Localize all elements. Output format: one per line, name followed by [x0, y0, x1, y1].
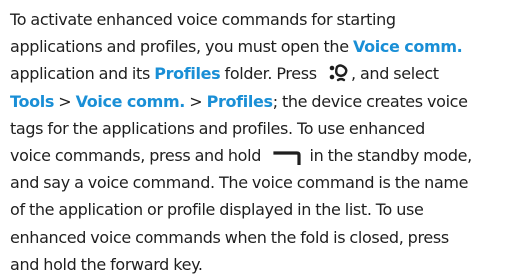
- voice-comm-keyword: Voice comm.: [75, 91, 186, 111]
- send-key-icon: [273, 146, 301, 166]
- text-line-2: applications and profiles, you must open…: [10, 37, 463, 57]
- instruction-paragraph: To activate enhanced voice commands for …: [10, 6, 518, 278]
- text-line-8: of the application or profile displayed …: [10, 200, 424, 220]
- text-line-1: To activate enhanced voice commands for …: [10, 10, 396, 29]
- menu-key-icon: [327, 63, 349, 83]
- text-line-9: enhanced voice commands when the fold is…: [10, 227, 449, 247]
- text-line-4: Tools > Voice comm. > Profiles; the devi…: [10, 91, 468, 111]
- text-line-5: tags for the applications and profiles. …: [10, 118, 425, 138]
- text-line-10: and hold the forward key.: [10, 254, 203, 274]
- text-line-7: and say a voice command. The voice comma…: [10, 173, 469, 193]
- tools-keyword: Tools: [10, 91, 55, 111]
- profiles-keyword: Profiles: [206, 91, 273, 111]
- text-line-3: application and its Profiles folder. Pre…: [10, 63, 439, 84]
- voice-comm-keyword: Voice comm.: [352, 37, 463, 57]
- profiles-keyword: Profiles: [154, 64, 221, 84]
- text-line-6: voice commands, press and hold in the st…: [10, 146, 472, 166]
